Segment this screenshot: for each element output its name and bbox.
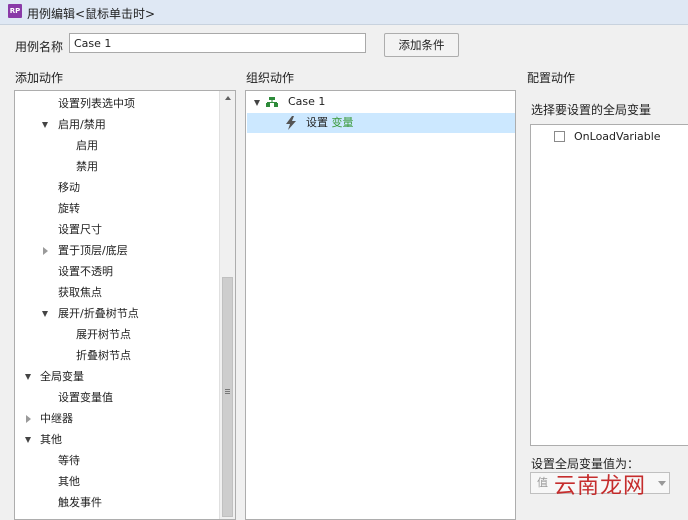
select-variable-label: 选择要设置的全局变量 xyxy=(531,103,652,117)
organize-action-heading: 组织动作 xyxy=(246,71,295,85)
variable-checkbox[interactable] xyxy=(554,131,565,142)
scroll-up-arrow-icon[interactable] xyxy=(225,96,231,100)
watermark-logo: 云南龙网 xyxy=(554,474,647,499)
expand-arrow-icon[interactable] xyxy=(42,311,48,317)
collapse-arrow-icon[interactable] xyxy=(43,247,48,255)
case-item[interactable]: Case 1 xyxy=(288,92,325,112)
action-tree-item[interactable]: 置于顶层/底层 xyxy=(58,241,128,261)
action-tree-item[interactable]: 全局变量 xyxy=(40,367,84,387)
action-tree-item[interactable]: 其他 xyxy=(40,430,62,450)
title-bar: RP 用例编辑<鼠标单击时> xyxy=(0,0,688,25)
action-tree-item[interactable]: 启用 xyxy=(76,136,98,156)
action-prefix: 设置 xyxy=(306,116,328,129)
action-tree-item[interactable]: 设置尺寸 xyxy=(58,220,102,240)
action-tree-item[interactable]: 触发事件 xyxy=(58,493,102,513)
action-tree-panel: 设置列表选中项 启用/禁用 启用 禁用 移动 旋转 设置尺寸 置于顶层/底层 设置不透明 获取焦点… xyxy=(14,90,236,520)
expand-arrow-icon[interactable] xyxy=(25,437,31,443)
lightning-bolt-icon xyxy=(286,116,296,130)
case-collapse-arrow-icon[interactable] xyxy=(254,100,260,106)
action-tree-item[interactable]: 设置不透明 xyxy=(58,262,113,282)
window-title: 用例编辑<鼠标单击时> xyxy=(27,7,156,21)
scrollbar-thumb[interactable] xyxy=(222,277,233,517)
collapse-arrow-icon[interactable] xyxy=(26,415,31,423)
add-action-heading: 添加动作 xyxy=(15,71,64,85)
organize-action-panel: Case 1 设置 变量 xyxy=(245,90,516,520)
chevron-down-icon[interactable] xyxy=(658,481,666,486)
action-tree-item[interactable]: 其他 xyxy=(58,472,80,492)
expand-arrow-icon[interactable] xyxy=(42,122,48,128)
case-name-input[interactable] xyxy=(69,33,366,53)
variable-name[interactable]: OnLoadVariable xyxy=(574,130,661,143)
action-tree-item[interactable]: 展开/折叠树节点 xyxy=(58,304,139,324)
action-item-set-variable[interactable]: 设置 变量 xyxy=(306,113,354,133)
case-icon xyxy=(266,97,278,107)
case-name-label: 用例名称 xyxy=(15,40,64,54)
action-tree-item[interactable]: 移动 xyxy=(58,178,80,198)
app-logo-icon: RP xyxy=(8,4,22,18)
action-tree-item[interactable]: 设置列表选中项 xyxy=(58,94,135,114)
action-tree-item[interactable]: 设置变量值 xyxy=(58,388,113,408)
grip-icon xyxy=(225,393,230,394)
action-target: 变量 xyxy=(331,116,354,129)
variable-list xyxy=(530,124,688,446)
expand-arrow-icon[interactable] xyxy=(25,374,31,380)
action-tree-scrollbar[interactable] xyxy=(219,91,235,519)
configure-action-heading: 配置动作 xyxy=(527,71,576,85)
action-tree-item[interactable]: 展开树节点 xyxy=(76,325,131,345)
action-tree-item[interactable]: 等待 xyxy=(58,451,80,471)
grip-icon xyxy=(225,389,230,390)
add-condition-button[interactable]: 添加条件 xyxy=(384,33,459,57)
action-tree-item[interactable]: 禁用 xyxy=(76,157,98,177)
action-tree-item[interactable]: 中继器 xyxy=(40,409,73,429)
action-tree-item[interactable]: 启用/禁用 xyxy=(58,115,106,135)
action-tree-item[interactable]: 旋转 xyxy=(58,199,80,219)
grip-icon xyxy=(225,391,230,392)
action-tree-item[interactable]: 获取焦点 xyxy=(58,283,102,303)
action-tree-item[interactable]: 折叠树节点 xyxy=(76,346,131,366)
